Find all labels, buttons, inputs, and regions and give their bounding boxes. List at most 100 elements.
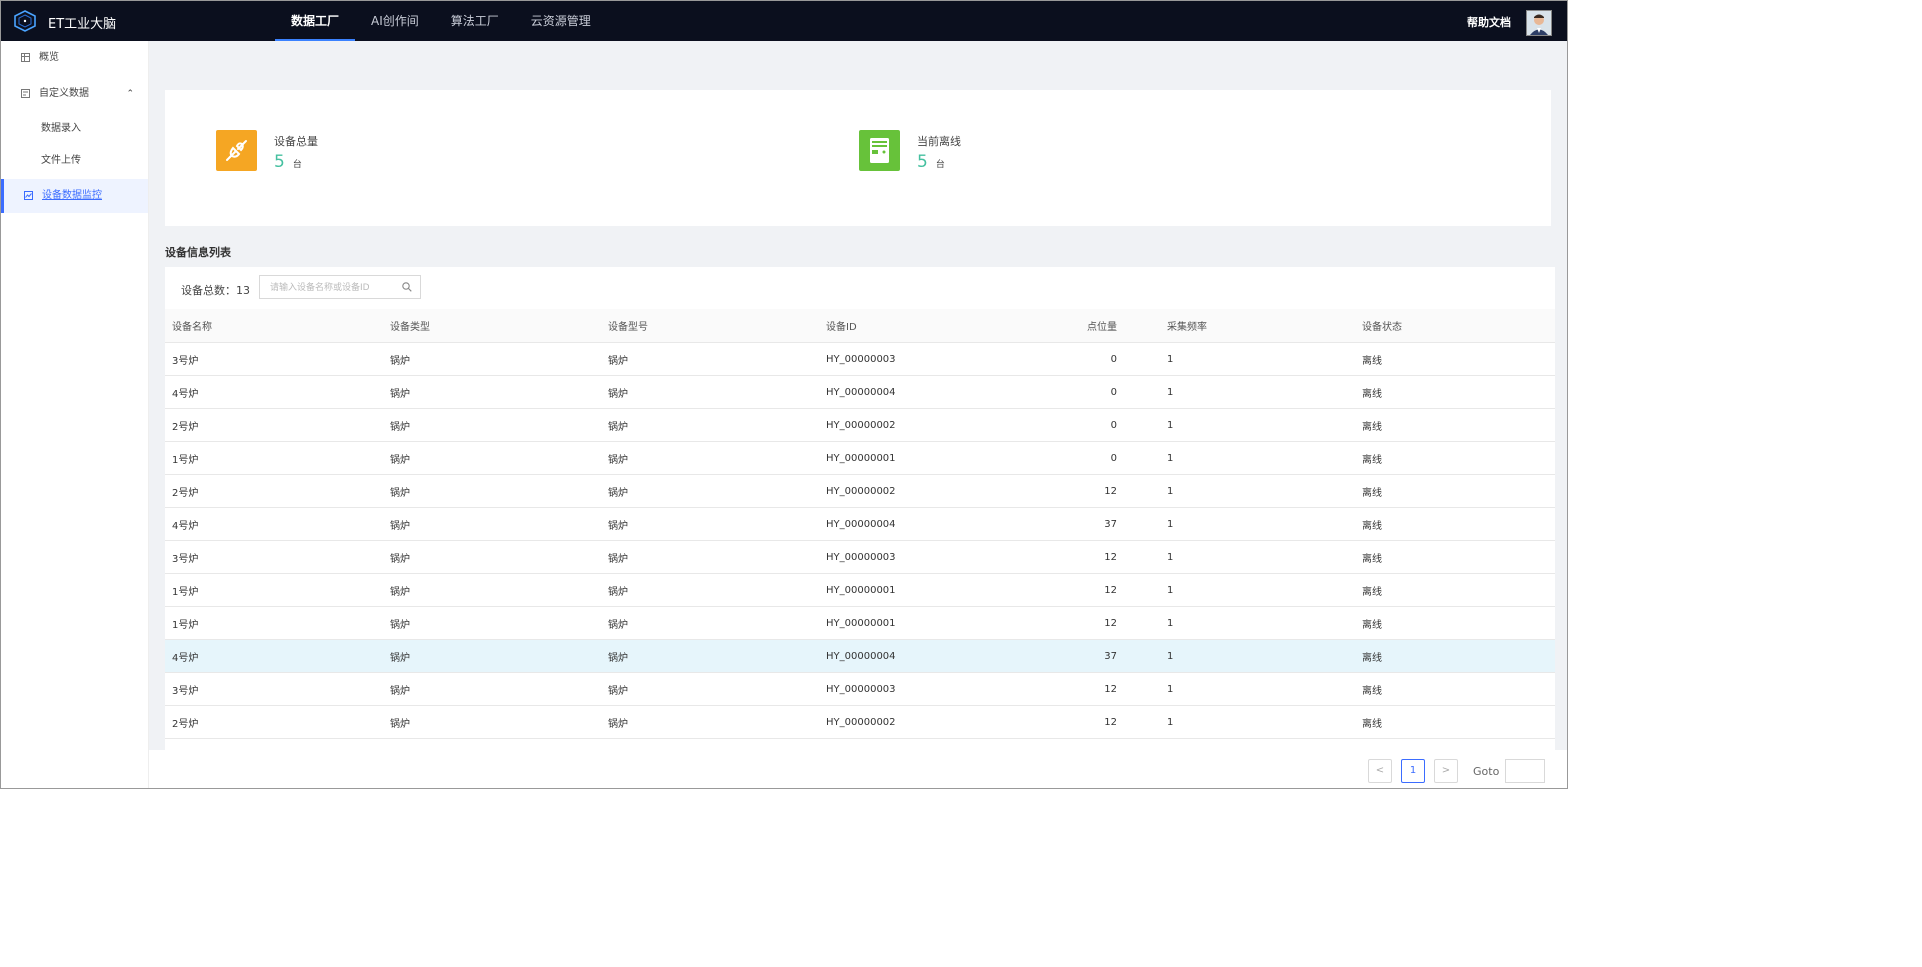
top-bar: ET工业大脑 数据工厂 AI创作间 算法工厂 云资源管理 帮助文档	[1, 1, 1567, 41]
app-title: ET工业大脑	[48, 17, 117, 32]
cell-name: 4号炉	[165, 507, 383, 541]
cell-frequency: 1	[1137, 474, 1355, 508]
sidebar-item-label: 概览	[39, 52, 59, 63]
cell-model: 锅炉	[601, 540, 819, 574]
column-header-points[interactable]: 点位量	[1037, 309, 1137, 343]
sidebar-item-overview[interactable]: 概览	[1, 41, 148, 75]
cell-points: 0	[1037, 375, 1137, 409]
device-table-panel: 设备总数：13 设备名称 设备类型	[165, 267, 1555, 751]
column-header-type[interactable]: 设备类型	[383, 309, 601, 343]
cell-frequency: 1	[1137, 540, 1355, 574]
cell-name: 2号炉	[165, 705, 383, 739]
table-toolbar: 设备总数：13	[165, 267, 1555, 309]
column-header-status[interactable]: 设备状态	[1355, 309, 1555, 343]
table-row[interactable]: 3号炉 锅炉 锅炉 HY_00000003 0 1 离线	[165, 342, 1555, 376]
cell-frequency: 1	[1137, 573, 1355, 607]
table-row[interactable]: 4号炉 锅炉 锅炉 HY_00000004 37 1 离线	[165, 507, 1555, 541]
table-row[interactable]: 1号炉 锅炉 锅炉 HY_00000001 12 1 离线	[165, 573, 1555, 607]
cell-points: 12	[1037, 540, 1137, 574]
column-header-name[interactable]: 设备名称	[165, 309, 383, 343]
stats-panel: 设备总量 5台 当前离线 5台	[165, 90, 1551, 226]
cell-model: 锅炉	[601, 507, 819, 541]
cell-points: 12	[1037, 672, 1137, 706]
chevron-up-icon[interactable]: ⌃	[126, 77, 134, 111]
sidebar-item-file-upload[interactable]: 文件上传	[1, 145, 148, 177]
help-docs-link[interactable]: 帮助文档	[1467, 14, 1511, 30]
table-row[interactable]: 3号炉 锅炉 锅炉 HY_00000003 12 1 离线	[165, 672, 1555, 706]
next-page-button[interactable]: >	[1434, 759, 1458, 783]
prev-page-button[interactable]: <	[1368, 759, 1392, 783]
table-row[interactable]: 2号炉 锅炉 锅炉 HY_00000002 12 1 离线	[165, 474, 1555, 508]
cell-frequency: 1	[1137, 408, 1355, 442]
sidebar-item-device-monitor[interactable]: 设备数据监控	[1, 179, 148, 213]
stat-unit: 台	[935, 160, 945, 170]
search-input[interactable]	[268, 279, 402, 297]
sidebar-item-data-entry[interactable]: 数据录入	[1, 113, 148, 145]
cell-points: 12	[1037, 705, 1137, 739]
search-icon[interactable]	[402, 282, 412, 292]
table-row[interactable]: 1号炉 锅炉 锅炉 HY_00000001 12 1 离线	[165, 606, 1555, 640]
cell-model: 锅炉	[601, 705, 819, 739]
column-header-id[interactable]: 设备ID	[819, 309, 1037, 343]
cell-id: HY_00000002	[819, 408, 1037, 442]
column-header-frequency[interactable]: 采集频率	[1137, 309, 1355, 343]
cell-type: 锅炉	[383, 474, 601, 508]
cell-frequency: 1	[1137, 342, 1355, 376]
cell-status: 离线	[1355, 441, 1555, 475]
cell-id: HY_00000001	[819, 573, 1037, 607]
cell-frequency: 1	[1137, 639, 1355, 673]
tab-algorithm-factory[interactable]: 算法工厂	[435, 1, 515, 39]
main-content: 设备总量 5台 当前离线 5台 设备信息列表 设备总数：13 请输入设备名称或设…	[149, 41, 1567, 788]
cell-status: 离线	[1355, 342, 1555, 376]
cell-name: 1号炉	[165, 441, 383, 475]
goto-page-input[interactable]	[1505, 759, 1545, 783]
stat-value: 5台	[274, 152, 302, 172]
stat-label: 设备总量	[274, 135, 318, 148]
cell-frequency: 1	[1137, 705, 1355, 739]
cell-points: 0	[1037, 441, 1137, 475]
cell-model: 锅炉	[601, 606, 819, 640]
table-row[interactable]: 4号炉 锅炉 锅炉 HY_00000004 0 1 离线	[165, 375, 1555, 409]
column-header-model[interactable]: 设备型号	[601, 309, 819, 343]
table-row[interactable]: 2号炉 锅炉 锅炉 HY_00000002 0 1 离线	[165, 408, 1555, 442]
page-number-button[interactable]: 1	[1401, 759, 1425, 783]
cell-status: 离线	[1355, 507, 1555, 541]
cell-frequency: 1	[1137, 507, 1355, 541]
cell-status: 离线	[1355, 639, 1555, 673]
table-icon	[21, 53, 30, 62]
cell-name: 3号炉	[165, 540, 383, 574]
sidebar-item-label: 设备数据监控	[42, 190, 102, 201]
stat-value: 5台	[917, 152, 945, 172]
cell-name: 3号炉	[165, 342, 383, 376]
table-row[interactable]: 3号炉 锅炉 锅炉 HY_00000003 12 1 离线	[165, 540, 1555, 574]
cell-points: 0	[1037, 408, 1137, 442]
cell-id: HY_00000004	[819, 507, 1037, 541]
goto-label: Goto	[1473, 765, 1500, 778]
tab-ai-studio[interactable]: AI创作间	[355, 1, 435, 39]
table-row[interactable]: 4号炉 锅炉 锅炉 HY_00000004 37 1 离线	[165, 639, 1555, 673]
cell-points: 12	[1037, 606, 1137, 640]
pagination: < 1 > Goto	[149, 750, 1567, 788]
sidebar: 概览 自定义数据 ⌃ 数据录入 文件上传 设备数据监控	[1, 41, 149, 788]
cell-name: 3号炉	[165, 672, 383, 706]
cell-type: 锅炉	[383, 441, 601, 475]
table-body: 3号炉 锅炉 锅炉 HY_00000003 0 1 离线 4号炉 锅炉 锅炉 HY_00000004…	[165, 342, 1555, 751]
cell-type: 锅炉	[383, 408, 601, 442]
device-table: 设备名称 设备类型 设备型号 设备ID 点位量 采集频率 设备状态 3号炉 锅炉锅…	[165, 309, 1555, 751]
sidebar-item-custom-data[interactable]: 自定义数据 ⌃	[1, 77, 148, 111]
stat-unit: 台	[292, 160, 302, 170]
cell-type: 锅炉	[383, 375, 601, 409]
stat-label: 当前离线	[917, 135, 961, 148]
cell-model: 锅炉	[601, 375, 819, 409]
cell-id: HY_00000004	[819, 639, 1037, 673]
cell-model: 锅炉	[601, 408, 819, 442]
cell-frequency: 1	[1137, 441, 1355, 475]
tab-cloud-resources[interactable]: 云资源管理	[515, 1, 607, 39]
table-row[interactable]: 1号炉 锅炉 锅炉 HY_00000001 0 1 离线	[165, 441, 1555, 475]
table-row[interactable]: 2号炉 锅炉 锅炉 HY_00000002 12 1 离线	[165, 705, 1555, 739]
cell-points: 12	[1037, 573, 1137, 607]
avatar[interactable]	[1526, 10, 1552, 36]
user-avatar-icon	[1527, 11, 1551, 35]
tab-data-factory[interactable]: 数据工厂	[275, 1, 356, 41]
cell-type: 锅炉	[383, 507, 601, 541]
